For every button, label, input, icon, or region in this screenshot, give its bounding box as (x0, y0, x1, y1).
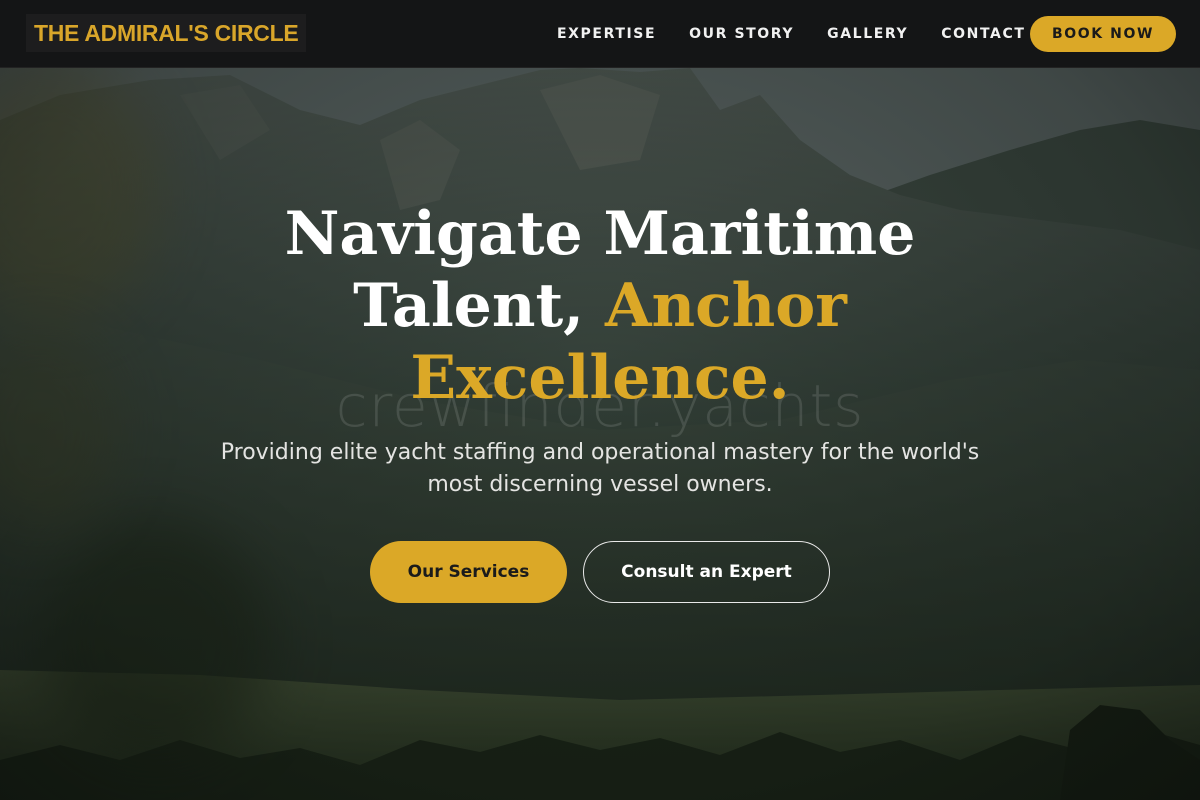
book-now-button[interactable]: BOOK NOW (1030, 16, 1176, 52)
top-navbar: THE ADMIRAL'S CIRCLE EXPERTISE OUR STORY… (0, 0, 1200, 68)
nav-link-gallery[interactable]: GALLERY (827, 26, 908, 42)
headline-line-2-accent: Anchor (604, 271, 847, 341)
hero-headline: Navigate Maritime Talent, Anchor Excelle… (0, 198, 1200, 414)
headline-line-1: Navigate Maritime (284, 199, 916, 269)
headline-line-3-accent: Excellence. (410, 343, 790, 413)
headline-line-2-white: Talent, (353, 271, 605, 341)
nav-links: EXPERTISE OUR STORY GALLERY CONTACT (557, 0, 1058, 68)
consult-expert-button[interactable]: Consult an Expert (583, 541, 830, 603)
nav-link-our-story[interactable]: OUR STORY (689, 26, 794, 42)
nav-link-expertise[interactable]: EXPERTISE (557, 26, 656, 42)
brand-logo[interactable]: THE ADMIRAL'S CIRCLE (26, 14, 307, 52)
our-services-button[interactable]: Our Services (370, 541, 567, 603)
hero-subtitle: Providing elite yacht staffing and opera… (220, 440, 980, 497)
nav-link-contact[interactable]: CONTACT (941, 26, 1025, 42)
